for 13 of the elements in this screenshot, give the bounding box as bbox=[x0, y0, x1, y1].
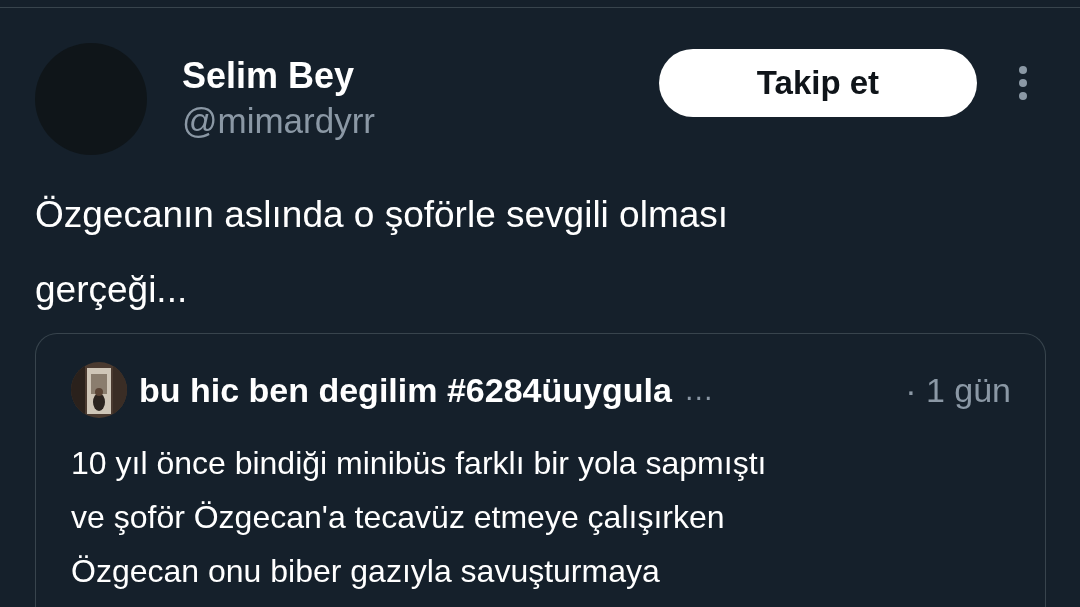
author-handle[interactable]: @mimardyrr bbox=[182, 98, 659, 144]
tweet-text: Özgecanın aslında o şoförle sevgili olması bbox=[35, 193, 730, 237]
follow-button[interactable]: Takip et bbox=[659, 49, 977, 117]
quoted-tweet-card[interactable]: bu hic ben degilim #6284üuygula … · 1 gün 10 yıl önce bindiği minibüs farklı bir yola sapmıştı ve şoför Özgecan'a tecavüz etmeye çalışırken Özgecan onu biber gazıyla savuşturmaya bbox=[35, 333, 1046, 607]
author-name[interactable]: Selim Bey bbox=[182, 54, 659, 98]
post-time[interactable]: · 1 gün bbox=[905, 370, 1011, 410]
more-icon[interactable] bbox=[1017, 65, 1029, 101]
quoted-author-name[interactable]: bu hic ben degilim #6284üuygula bbox=[139, 370, 672, 410]
quoted-tweet-text: ve şoför Özgecan'a tecavüz etmeye çalışırken bbox=[71, 498, 726, 537]
tweet-text: gerçeği... bbox=[35, 268, 189, 312]
quoted-tweet-text: 10 yıl önce bindiği minibüs farklı bir yola sapmıştı bbox=[71, 444, 768, 483]
quoted-tweet-text: Özgecan onu biber gazıyla savuşturmaya bbox=[71, 552, 661, 591]
truncation-ellipsis: … bbox=[683, 373, 714, 407]
